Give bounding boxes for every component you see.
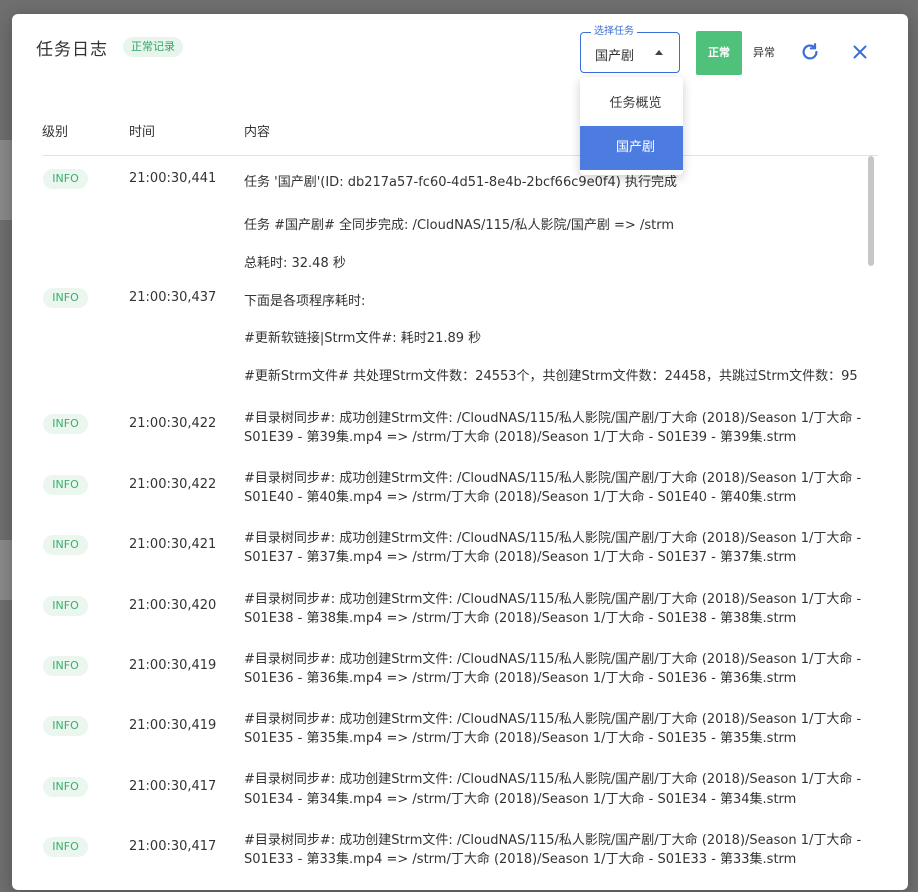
backdrop-strip (0, 140, 12, 220)
time-cell: 21:00:30,422 (129, 416, 217, 431)
level-badge: INFO (43, 777, 88, 797)
content-line: S01E35 - 第35集.mp4 => /strm/丁大命 (2018)/Se… (244, 731, 797, 746)
level-badge: INFO (43, 169, 88, 189)
content-line: #目录树同步#: 成功创建Strm文件: /CloudNAS/115/私人影院/… (244, 712, 862, 727)
time-cell: 21:00:30,422 (129, 477, 217, 492)
content-line: S01E39 - 第39集.mp4 => /strm/丁大命 (2018)/Se… (244, 430, 797, 445)
level-badge: INFO (43, 716, 88, 736)
content-line: #目录树同步#: 成功创建Strm文件: /CloudNAS/115/私人影院/… (244, 833, 862, 848)
dropdown-item-overview[interactable]: 任务概览 (580, 82, 683, 126)
time-cell: 21:00:30,419 (129, 718, 217, 733)
time-cell: 21:00:30,437 (129, 290, 217, 305)
content-line: #更新Strm文件# 共处理Strm文件数：24553个，共创建Strm文件数：… (244, 369, 858, 384)
content-line: S01E33 - 第33集.mp4 => /strm/丁大命 (2018)/Se… (244, 852, 797, 867)
dropdown-item-guochanju[interactable]: 国产剧 (580, 126, 683, 170)
level-badge: INFO (43, 596, 88, 616)
content-line: #目录树同步#: 成功创建Strm文件: /CloudNAS/115/私人影院/… (244, 471, 862, 486)
content-line: S01E34 - 第34集.mp4 => /strm/丁大命 (2018)/Se… (244, 792, 797, 807)
level-badge: INFO (43, 475, 88, 495)
scrollbar-thumb[interactable] (868, 156, 874, 266)
content-line: #目录树同步#: 成功创建Strm文件: /CloudNAS/115/私人影院/… (244, 531, 862, 546)
content-line: #目录树同步#: 成功创建Strm文件: /CloudNAS/115/私人影院/… (244, 411, 862, 426)
task-dropdown-menu: 任务概览 国产剧 (580, 77, 683, 175)
backdrop-strip (0, 540, 12, 600)
level-badge: INFO (43, 288, 88, 308)
level-badge: INFO (43, 837, 88, 857)
content-line: S01E38 - 第38集.mp4 => /strm/丁大命 (2018)/Se… (244, 611, 797, 626)
time-cell: 21:00:30,420 (129, 598, 217, 613)
content-line: S01E36 - 第36集.mp4 => /strm/丁大命 (2018)/Se… (244, 671, 797, 686)
content-line: #目录树同步#: 成功创建Strm文件: /CloudNAS/115/私人影院/… (244, 592, 862, 607)
time-cell: 21:00:30,417 (129, 839, 217, 854)
time-cell: 21:00:30,419 (129, 658, 217, 673)
content-line: #目录树同步#: 成功创建Strm文件: /CloudNAS/115/私人影院/… (244, 772, 862, 787)
task-log-dialog: 任务日志 正常记录 选择任务 国产剧 正常 异常 级别 时间 内容 INFO 2… (12, 14, 908, 890)
content-line: 下面是各项程序耗时: (244, 294, 366, 309)
content-line: S01E37 - 第37集.mp4 => /strm/丁大命 (2018)/Se… (244, 550, 797, 565)
log-rows: INFO 21:00:30,441 任务 '国产剧'(ID: db217a57-… (12, 14, 908, 890)
content-line: #目录树同步#: 成功创建Strm文件: /CloudNAS/115/私人影院/… (244, 652, 862, 667)
time-cell: 21:00:30,421 (129, 537, 217, 552)
content-line: 任务 #国产剧# 全同步完成: /CloudNAS/115/私人影院/国产剧 =… (244, 218, 674, 233)
content-line: #更新软链接|Strm文件#: 耗时21.89 秒 (244, 331, 482, 346)
content-line: S01E40 - 第40集.mp4 => /strm/丁大命 (2018)/Se… (244, 490, 797, 505)
content-line: 总耗时: 32.48 秒 (244, 256, 346, 271)
time-cell: 21:00:30,417 (129, 779, 217, 794)
level-badge: INFO (43, 656, 88, 676)
time-cell: 21:00:30,441 (129, 171, 217, 186)
level-badge: INFO (43, 414, 88, 434)
level-badge: INFO (43, 535, 88, 555)
